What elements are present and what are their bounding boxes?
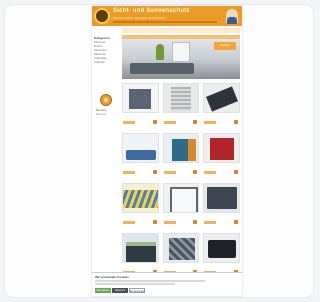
cart-icon[interactable] [193, 120, 198, 124]
site-tagline: Plissee, Rollos, Jalousien und Markisen [113, 16, 166, 20]
service-badge-caption: Service [96, 108, 107, 112]
website-screenshot: Sicht- und Sonnenschutz Plissee, Rollos,… [92, 6, 242, 296]
price-tag [123, 121, 135, 124]
cookie-settings-button[interactable]: Einstellungen [129, 288, 145, 293]
service-badge-icon[interactable] [100, 94, 112, 106]
cart-icon[interactable] [193, 220, 198, 224]
cart-icon[interactable] [152, 170, 157, 174]
blind-product-icon[interactable] [122, 233, 159, 263]
product-card[interactable] [122, 133, 159, 181]
plant-icon [156, 44, 164, 60]
product-card[interactable] [122, 83, 159, 131]
price-tag [123, 221, 135, 224]
logo-icon[interactable] [94, 8, 110, 24]
price-tag [204, 221, 217, 224]
blind-product-icon[interactable] [162, 183, 200, 213]
blind-product-icon[interactable] [162, 83, 200, 113]
blind-product-icon[interactable] [122, 83, 159, 113]
price-tag [163, 121, 176, 124]
sofa-icon [130, 63, 194, 74]
price-tag [204, 171, 217, 174]
product-card[interactable] [122, 183, 159, 231]
blind-product-icon[interactable] [203, 233, 240, 263]
blind-product-icon[interactable] [122, 183, 159, 213]
window-panel-icon [172, 42, 190, 62]
product-card[interactable] [203, 183, 240, 231]
product-card[interactable] [203, 83, 240, 131]
hero-title-bar [122, 35, 240, 39]
price-tag [163, 171, 176, 174]
sidebar: Kategorien Plissees Rollos Jalousien Mar… [94, 36, 120, 64]
hero-offer-badge[interactable]: Angebot [214, 42, 236, 50]
product-grid [122, 83, 240, 281]
product-card[interactable] [162, 133, 200, 181]
cookie-banner: Wir verwenden Cookies Akzeptieren Ablehn… [92, 272, 242, 296]
blind-product-icon[interactable] [203, 183, 240, 213]
product-card[interactable] [162, 83, 200, 131]
product-card[interactable] [203, 133, 240, 181]
blind-product-icon[interactable] [203, 83, 240, 113]
main-navigation[interactable] [113, 21, 217, 23]
blind-product-icon[interactable] [162, 133, 200, 163]
cookie-banner-text [95, 280, 205, 282]
site-header: Sicht- und Sonnenschutz Plissee, Rollos,… [92, 6, 242, 26]
price-tag [204, 121, 217, 124]
cart-icon[interactable] [152, 220, 157, 224]
main-content: Angebot [122, 35, 240, 281]
blind-product-icon[interactable] [122, 133, 159, 163]
service-badge-subtitle: Beratung [96, 113, 107, 116]
cart-icon[interactable] [152, 120, 157, 124]
site-brand: Sicht- und Sonnenschutz [113, 8, 190, 14]
blind-product-icon[interactable] [203, 133, 240, 163]
breadcrumb [122, 28, 240, 33]
reject-cookies-button[interactable]: Ablehnen [112, 288, 128, 293]
cookie-banner-title: Wir verwenden Cookies [95, 275, 129, 279]
accept-cookies-button[interactable]: Akzeptieren [95, 288, 111, 293]
product-card[interactable] [162, 183, 200, 231]
hero-banner[interactable]: Angebot [122, 35, 240, 79]
cart-icon[interactable] [233, 170, 238, 174]
sidebar-item[interactable]: Zubehör [94, 60, 120, 64]
cart-icon[interactable] [193, 170, 198, 174]
mascot-icon [226, 9, 238, 24]
price-tag [123, 171, 135, 174]
blind-product-icon[interactable] [162, 233, 200, 263]
cart-icon[interactable] [233, 220, 238, 224]
cookie-banner-text [95, 283, 175, 285]
price-tag [163, 221, 176, 224]
cart-icon[interactable] [233, 120, 238, 124]
